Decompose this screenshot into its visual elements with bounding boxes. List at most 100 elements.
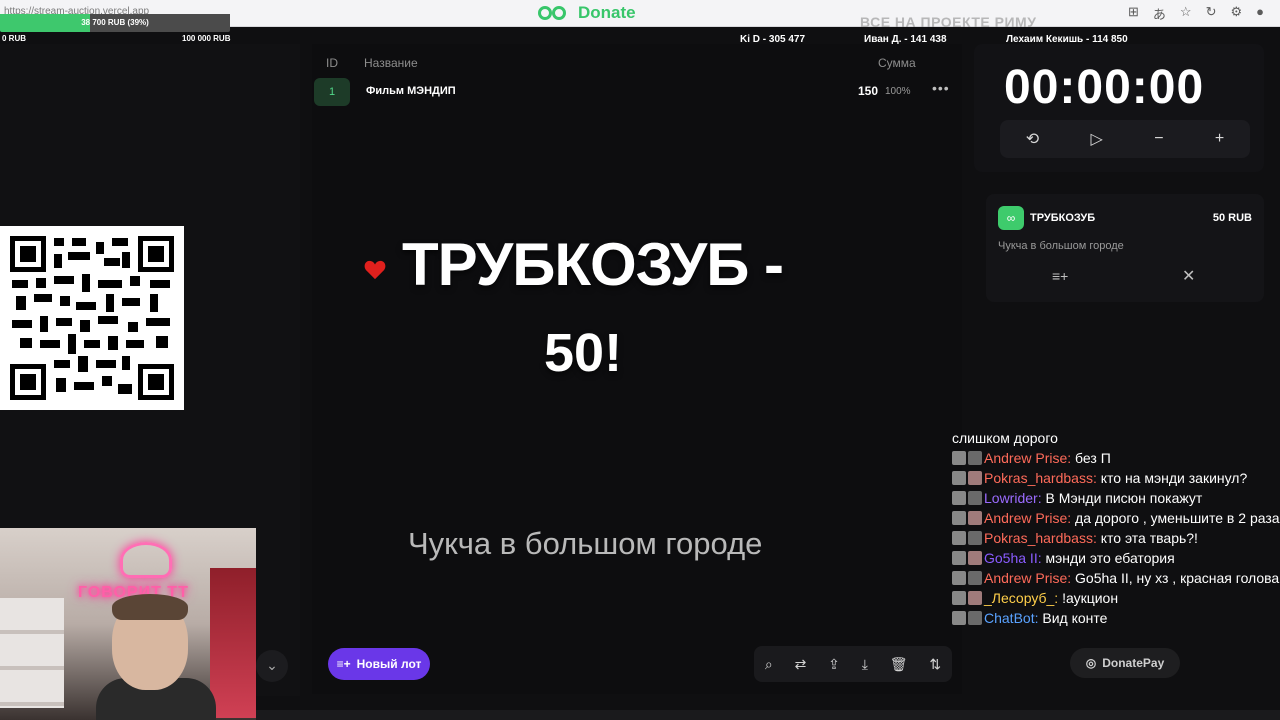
upload-icon[interactable]: ⇪ [828,656,840,673]
goal-min-label: 0 RUB [2,34,27,43]
donatepay-badge: ◎ DonatePay [1070,648,1180,678]
alert-amount: 50! [544,323,623,383]
chat-username[interactable]: Andrew Prise: [984,510,1071,526]
goal-max-label: 100 000 RUB [182,34,231,43]
user-badge-icon [952,571,966,585]
user-badge-icon [952,511,966,525]
qr-code[interactable] [0,226,184,410]
chat-username[interactable]: Andrew Prise: [984,450,1071,466]
refresh-icon[interactable]: ↻ [1206,4,1217,23]
chat-username[interactable]: ChatBot: [984,610,1038,626]
chat-message: Go5ha II: мэнди это ебатория [952,548,1280,568]
chat-message: Andrew Prise: без П [952,448,1280,468]
donation-amount: 50 RUB [1212,212,1252,224]
user-badge-icon [968,531,982,545]
chat-overlay: слишком дорого Andrew Prise: без П Pokras_… [952,428,1280,628]
donation-card: ∞ ТРУБКОЗУБ 50 RUB Чукча в большом город… [986,194,1264,302]
add-to-lot-icon[interactable]: ≡+ [1052,268,1068,284]
sort-icon[interactable]: ⇅ [929,656,941,673]
chat-text: !аукцион [1062,590,1119,606]
translate-icon[interactable]: あ [1153,4,1166,23]
chat-username[interactable]: Lowrider: [984,490,1042,506]
lot-name[interactable]: Фильм МЭНДИП [366,85,456,97]
trash-icon[interactable]: 🗑 [890,656,908,673]
alert-donor-title: ТРУБКОЗУБ - [402,231,784,298]
playlist-add-icon: ≡+ [336,657,351,671]
user-badge-icon [952,531,966,545]
user-badge-icon [952,491,966,505]
donor-name: ТРУБКОЗУБ [1030,212,1096,224]
apps-icon[interactable]: ⊞ [1128,4,1139,23]
donatepay-label: DonatePay [1102,656,1165,670]
donate-logo: Donate [538,3,636,23]
bottom-bar [256,710,1280,720]
user-badge-icon [952,611,966,625]
alert-message: Чукча в большом городе [408,526,763,561]
lot-id: 1 [314,78,350,106]
chat-username[interactable]: Pokras_hardbass: [984,470,1097,486]
chat-username[interactable]: Andrew Prise: [984,570,1071,586]
chat-text: слишком дорого [952,430,1058,446]
chat-message: Andrew Prise: Go5ha II, ну хз , красная … [952,568,1280,588]
donate-brand-icon: ∞ [998,206,1024,230]
more-options-icon[interactable]: ••• [932,80,950,96]
qr-code-image [10,236,174,400]
browser-actions: ⊞ あ ☆ ↻ ⚙ ● [1128,4,1264,23]
minus-icon[interactable]: − [1154,130,1163,148]
brand-name: Donate [578,3,636,22]
heart-icon [364,260,386,280]
chat-message: Pokras_hardbass: кто эта тварь?! [952,528,1280,548]
lot-percent: 100% [885,86,911,97]
user-badge-icon [952,551,966,565]
plus-icon[interactable]: + [1215,130,1224,148]
play-icon[interactable]: ▷ [1090,129,1102,149]
chat-message: ChatBot: Вид конте [952,608,1280,628]
chat-message: Lowrider: В Мэнди писюн покажут [952,488,1280,508]
timer-controls: ⟲ ▷ − + [1000,120,1250,158]
webcam-shelf [0,598,64,708]
profile-icon[interactable]: ● [1256,4,1264,23]
overlay-ghost-text: ВСЕ НА ПРОЕКТЕ РИМУ [860,14,1037,30]
new-lot-button[interactable]: ≡+ Новый лот [328,648,430,680]
user-badge-icon [968,451,982,465]
user-badge-icon [968,591,982,605]
webcam-person-hair [112,594,188,620]
user-badge-icon [968,511,982,525]
user-badge-icon [968,551,982,565]
user-badge-icon [952,471,966,485]
donate-logo-icon [538,4,572,22]
goal-progress-text: 38 700 RUB (39%) [81,18,149,27]
user-badge-icon [968,571,982,585]
shuffle-icon[interactable]: ⇄ [795,656,807,673]
extensions-icon[interactable]: ⚙ [1230,4,1242,23]
chat-text: В Мэнди писюн покажут [1045,490,1203,506]
chat-message: слишком дорого [952,428,1280,448]
user-badge-icon [952,591,966,605]
column-header-name[interactable]: Название [364,56,418,70]
chevron-down-icon[interactable]: ⌄ [256,650,288,682]
user-badge-icon [968,471,982,485]
user-badge-icon [968,611,982,625]
download-icon[interactable]: ⤓ [862,656,868,673]
chat-text: кто на мэнди закинул? [1100,470,1248,486]
chat-text: кто эта тварь?! [1100,530,1198,546]
donatepay-logo-icon: ◎ [1085,656,1097,670]
webcam-neon-sign [120,542,172,578]
user-badge-icon [952,451,966,465]
lot-toolbar: ⌕ ⇄ ⇪ ⤓ 🗑 ⇅ [754,646,952,682]
bookmark-star-icon[interactable]: ☆ [1180,4,1192,23]
column-header-id[interactable]: ID [326,56,338,70]
chat-username[interactable]: _Лесоруб_: [984,590,1058,606]
chat-username[interactable]: Pokras_hardbass: [984,530,1097,546]
timer-panel: 00:00:00 ⟲ ▷ − + [974,44,1264,172]
search-icon[interactable]: ⌕ [765,656,773,673]
timer-display: 00:00:00 [1004,61,1205,114]
reset-timer-icon[interactable]: ⟲ [1026,129,1039,149]
column-header-sum[interactable]: Сумма [878,56,916,70]
chat-username[interactable]: Go5ha II: [984,550,1042,566]
table-row[interactable]: 1 Фильм МЭНДИП 150 100% ••• [314,76,958,108]
lot-sum: 150 [858,84,879,98]
chat-text: мэнди это ебатория [1045,550,1175,566]
close-icon[interactable]: ✕ [1182,266,1195,286]
auction-panel: ID Название Сумма 1 Фильм МЭНДИП 150 100… [312,44,962,694]
